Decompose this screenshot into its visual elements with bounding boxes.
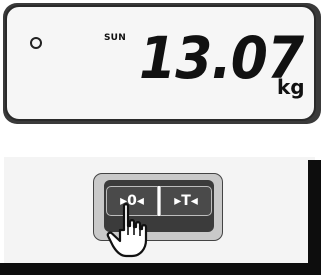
pointing-hand-icon [106,203,148,258]
scale-display: SUN 13.07 kg [0,0,321,126]
weight-unit: kg [277,75,305,99]
panel-shadow-right [308,160,321,275]
lcd-screen: SUN 13.07 kg [5,5,316,121]
keypad-panel: ▸0◂ ▸T◂ [0,152,321,275]
circle-indicator-icon [30,37,42,49]
mode-label: SUN [104,33,126,43]
tare-key[interactable]: ▸T◂ [160,186,212,216]
panel-shadow-bottom [0,263,321,275]
